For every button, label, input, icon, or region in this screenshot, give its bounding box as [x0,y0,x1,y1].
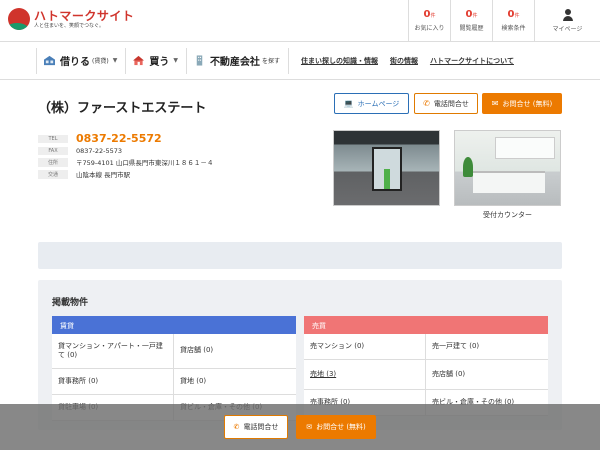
company-info: TEL 0837-22-5572 FAX 0837-22-5573 住所 〒75… [38,132,213,181]
favorites-link[interactable]: 0件 お気に入り [408,0,450,42]
history-label: 閲覧履歴 [459,25,484,32]
hato-mark-logo-icon [8,8,30,30]
storefront-photo[interactable] [333,130,440,206]
transit-label: 交通 [38,169,68,179]
floating-contact-bar: ✆ 電話問合せ ✉ お問合せ (無料) [0,404,600,450]
rent-header: 賃貸 [52,316,296,334]
nav-agency-sub: を探す [261,58,280,65]
mail-icon: ✉ [306,423,313,431]
main-nav: 借りる (賃貸) ▼ 買う ▼ 不動産会社 を探す 住まい探しの知識・情報 街の… [0,42,600,80]
bottom-inquiry-button[interactable]: ✉ お問合せ (無料) [296,415,376,439]
bottom-inquiry-label: お問合せ (無料) [316,423,366,431]
address-label: 住所 [38,157,68,167]
homepage-button-label: ホームページ [357,99,400,108]
rent-item-office[interactable]: 貸事務所 (0) [52,369,174,395]
rent-item-store[interactable]: 貸店舗 (0) [174,334,296,369]
rent-building-icon [44,55,55,66]
company-name: （株）ファーストエステート [38,101,207,116]
history-link[interactable]: 0件 閲覧履歴 [450,0,492,42]
saved-search-link[interactable]: 0件 検索条件 [492,0,534,42]
chevron-down-icon: ▼ [112,57,118,64]
nav-link-about[interactable]: ハトマークサイトについて [430,56,514,66]
favorites-unit: 件 [430,13,436,19]
chevron-down-icon: ▼ [173,57,178,64]
bottom-phone-button[interactable]: ✆ 電話問合せ [224,415,288,439]
logo-tagline: 人と住まいを、笑顔でつなぐ。 [34,22,105,29]
rent-item-apartment[interactable]: 貸マンション・アパート・一戸建て (0) [52,334,174,369]
phone-icon: ✆ [233,423,240,431]
mypage-link[interactable]: マイページ [534,0,600,42]
phone-icon: ✆ [423,99,430,108]
reception-counter-photo[interactable] [454,130,561,206]
user-icon [562,9,573,21]
phone-inquiry-button[interactable]: ✆ 電話問合せ [414,93,478,114]
phone-inquiry-label: 電話問合せ [433,99,469,108]
sale-item-house[interactable]: 売一戸建て (0) [426,334,548,360]
fax-number: 0837-22-5573 [76,147,123,155]
site-logo[interactable]: ハトマークサイト 人と住まいを、笑顔でつなぐ。 [8,8,134,30]
logo-name: ハトマークサイト [34,8,135,23]
header-stats: 0件 お気に入り 0件 閲覧履歴 0件 検索条件 マイページ [408,0,600,42]
sale-item-store[interactable]: 売店舗 (0) [426,360,548,390]
fax-label: FAX [38,147,68,155]
nav-agency-label: 不動産会社 [209,57,260,68]
sale-listings: 売買 売マンション (0) 売一戸建て (0) 売地 (3) 売店舗 (0) 売… [304,316,548,416]
history-unit: 件 [472,13,478,19]
site-header: ハトマークサイト 人と住まいを、笑顔でつなぐ。 0件 お気に入り 0件 閲覧履歴… [0,0,600,42]
mypage-label: マイページ [552,26,583,33]
nav-buy[interactable]: 買う ▼ [126,47,187,74]
sale-header: 売買 [304,316,548,334]
laptop-icon: 💻 [343,99,354,108]
mail-icon: ✉ [491,99,499,108]
transit-value: 山陰本線 長門市駅 [76,171,131,179]
inquiry-button[interactable]: ✉ お問合せ (無料) [482,93,562,114]
rent-item-land[interactable]: 貸地 (0) [174,369,296,395]
nav-link-town-info[interactable]: 街の情報 [390,56,418,66]
nav-rent-sub: (賃貸) [92,58,109,65]
agency-building-icon [196,55,203,66]
saved-search-label: 検索条件 [501,25,526,32]
sale-item-mansion[interactable]: 売マンション (0) [304,334,426,360]
sale-item-land[interactable]: 売地 (3) [304,360,426,390]
nav-link-knowledge[interactable]: 住まい探しの知識・情報 [301,56,378,66]
nav-rent-label: 借りる [60,57,90,68]
nav-agency[interactable]: 不動産会社 を探す [187,47,289,74]
info-band [38,242,562,269]
saved-search-unit: 件 [514,13,520,19]
tel-label: TEL [38,134,68,143]
nav-rent[interactable]: 借りる (賃貸) ▼ [36,47,127,74]
tel-number[interactable]: 0837-22-5572 [76,132,162,145]
nav-buy-label: 買う [149,57,170,68]
address-value: 〒759-4101 山口県長門市東深川１８６１－４ [76,159,214,167]
buy-house-icon [133,55,145,66]
photo-caption: 受付カウンター [483,211,532,219]
homepage-button[interactable]: 💻 ホームページ [334,93,409,114]
inquiry-button-label: お問合せ (無料) [502,99,553,108]
bottom-phone-label: 電話問合せ [243,423,279,431]
favorites-label: お気に入り [414,25,445,32]
listings-title: 掲載物件 [52,298,89,308]
